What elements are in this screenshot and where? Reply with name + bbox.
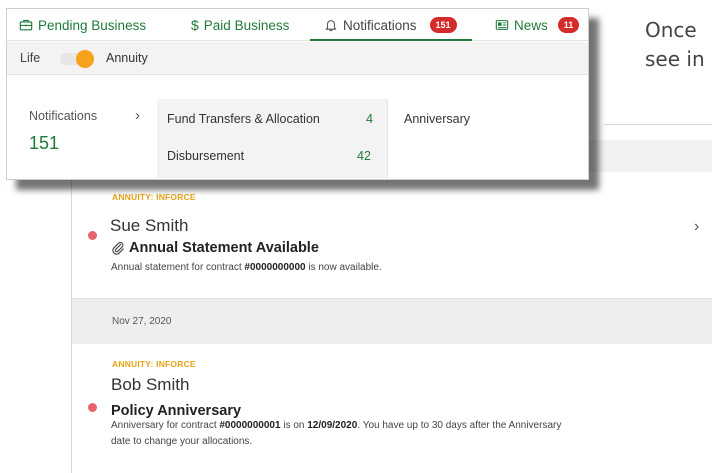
category-label: Disbursement: [167, 149, 245, 163]
item-subject-text: Annual Statement Available: [129, 240, 319, 256]
tab-news[interactable]: News 11: [495, 15, 580, 35]
tab-label: Notifications: [343, 17, 417, 33]
desc-text: Anniversary for contract: [111, 420, 220, 431]
tab-pending-business[interactable]: Pending Business: [19, 15, 146, 35]
desc-text: Annual statement for contract: [111, 262, 245, 273]
sub-category-column: Anniversary: [387, 99, 588, 178]
chevron-right-icon[interactable]: ›: [694, 218, 699, 236]
intro-line-1: Once: [645, 18, 697, 42]
notifications-label[interactable]: Notifications: [29, 109, 97, 123]
unread-dot: [88, 403, 97, 412]
contract-number: #0000000001: [219, 420, 281, 431]
tab-label: Paid Business: [203, 17, 290, 33]
notifications-badge: 151: [429, 17, 457, 33]
dollar-icon: $: [191, 17, 199, 33]
item-name: Bob Smith: [111, 375, 190, 394]
tab-paid-business[interactable]: $ Paid Business: [191, 15, 289, 35]
date-header-text: Nov 27, 2020: [112, 316, 172, 327]
item-tag: ANNUITY: INFORCE: [112, 192, 196, 202]
category-label: Fund Transfers & Allocation: [167, 112, 320, 126]
line-of-business-toggle-row: Life Annuity: [7, 42, 588, 75]
category-count: 4: [366, 112, 373, 126]
newspaper-icon: [495, 20, 509, 30]
feed-top-rule: [604, 124, 712, 125]
item-name: Sue Smith: [110, 216, 189, 235]
desc-line-1: Anniversary for contract #0000000001 is …: [111, 418, 711, 434]
notifications-count: 151: [29, 133, 60, 153]
item-subject-text: Policy Anniversary: [111, 403, 242, 419]
category-fund-transfers[interactable]: Fund Transfers & Allocation: [167, 112, 320, 126]
category-disbursement[interactable]: Disbursement: [167, 149, 244, 163]
category-column: Fund Transfers & Allocation 4 Disburseme…: [157, 99, 387, 178]
paperclip-icon: [112, 242, 124, 255]
category-count: 42: [357, 149, 371, 163]
toggle-label-annuity[interactable]: Annuity: [106, 51, 148, 65]
contract-number: #0000000000: [244, 262, 306, 273]
toggle-label-life[interactable]: Life: [20, 51, 40, 65]
tab-label: News: [514, 17, 548, 33]
tab-bar: Pending Business $ Paid Business Notific…: [7, 9, 588, 41]
switch-knob[interactable]: [76, 50, 94, 68]
desc-text: . You have up to 30 days after the Anniv…: [357, 420, 562, 431]
item-description: Annual statement for contract #000000000…: [111, 260, 382, 276]
desc-text: is now available.: [305, 262, 382, 273]
tab-label: Pending Business: [38, 17, 147, 33]
unread-dot: [88, 231, 97, 240]
active-tab-indicator: [310, 39, 472, 41]
item-subject: Annual Statement Available: [111, 240, 319, 256]
item-tag: ANNUITY: INFORCE: [112, 359, 196, 369]
notifications-popup: Pending Business $ Paid Business Notific…: [6, 8, 589, 180]
briefcase-icon: [19, 19, 33, 31]
intro-line-2: see in: [645, 47, 705, 71]
news-badge: 11: [557, 17, 580, 33]
desc-line-2: date to change your allocations.: [111, 436, 253, 447]
item-subject: Policy Anniversary: [111, 403, 241, 419]
item-description: Anniversary for contract #0000000001 is …: [111, 418, 711, 450]
sub-category-anniversary[interactable]: Anniversary: [404, 112, 470, 126]
bell-icon: [325, 20, 337, 32]
chevron-right-icon[interactable]: ›: [135, 107, 140, 124]
intro-text: Once see in: [645, 16, 705, 74]
life-annuity-switch[interactable]: [60, 50, 94, 68]
tab-notifications[interactable]: Notifications 151: [324, 15, 457, 35]
anniversary-date: 12/09/2020: [307, 420, 358, 431]
desc-text: is on: [280, 420, 308, 431]
